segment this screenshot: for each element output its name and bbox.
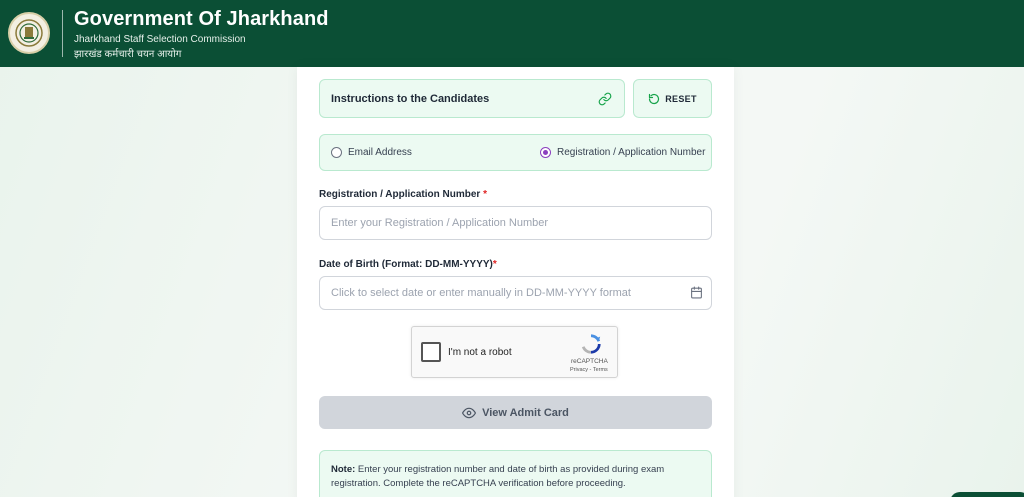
radio-label: Registration / Application Number bbox=[557, 147, 706, 158]
page-title: Government Of Jharkhand bbox=[74, 8, 329, 30]
registration-number-label: Registration / Application Number * bbox=[319, 189, 487, 200]
recaptcha-widget: I'm not a robot reCAPTCHA Privacy - Term… bbox=[411, 326, 618, 378]
floating-action-button[interactable] bbox=[950, 492, 1024, 497]
note-text: Enter your registration number and date … bbox=[331, 464, 665, 489]
date-of-birth-label-text: Date of Birth (Format: DD-MM-YYYY) bbox=[319, 259, 493, 270]
radio-email-address[interactable]: Email Address bbox=[331, 147, 412, 158]
registration-number-label-text: Registration / Application Number bbox=[319, 189, 481, 200]
reset-label: RESET bbox=[665, 93, 697, 104]
reset-button[interactable]: RESET bbox=[633, 79, 712, 118]
site-header: Government Of Jharkhand Jharkhand Staff … bbox=[0, 0, 1024, 67]
note-box: Note: Enter your registration number and… bbox=[319, 450, 712, 497]
note-title: Note: bbox=[331, 464, 356, 475]
calendar-icon[interactable] bbox=[690, 286, 703, 299]
commission-name-hindi: झारखंड कर्मचारी चयन आयोग bbox=[74, 49, 182, 60]
radio-circle[interactable] bbox=[331, 147, 342, 158]
recaptcha-privacy-terms[interactable]: Privacy - Terms bbox=[570, 367, 608, 373]
instructions-button[interactable]: Instructions to the Candidates bbox=[319, 79, 625, 118]
radio-label: Email Address bbox=[348, 147, 412, 158]
recaptcha-logo-icon bbox=[581, 334, 601, 354]
radio-registration-number[interactable]: Registration / Application Number bbox=[540, 147, 705, 158]
required-mark: * bbox=[483, 189, 487, 200]
view-admit-card-label: View Admit Card bbox=[482, 406, 569, 419]
login-mode-selector: Email Address Registration / Application… bbox=[319, 134, 712, 171]
instructions-label: Instructions to the Candidates bbox=[331, 92, 490, 105]
state-emblem-icon bbox=[8, 12, 50, 54]
link-icon bbox=[598, 92, 612, 106]
registration-number-input[interactable] bbox=[319, 206, 712, 240]
date-of-birth-label: Date of Birth (Format: DD-MM-YYYY)* bbox=[319, 259, 497, 270]
required-mark: * bbox=[492, 259, 497, 270]
commission-name-english: Jharkhand Staff Selection Commission bbox=[74, 34, 246, 45]
date-of-birth-input[interactable] bbox=[319, 276, 712, 310]
reset-icon bbox=[649, 93, 660, 104]
radio-circle-selected[interactable] bbox=[540, 147, 551, 158]
header-divider bbox=[62, 10, 63, 57]
eye-icon bbox=[462, 407, 477, 418]
recaptcha-checkbox[interactable] bbox=[421, 342, 441, 362]
view-admit-card-button[interactable]: View Admit Card bbox=[319, 396, 712, 429]
recaptcha-brand: reCAPTCHA bbox=[571, 358, 608, 365]
recaptcha-label: I'm not a robot bbox=[448, 347, 512, 358]
